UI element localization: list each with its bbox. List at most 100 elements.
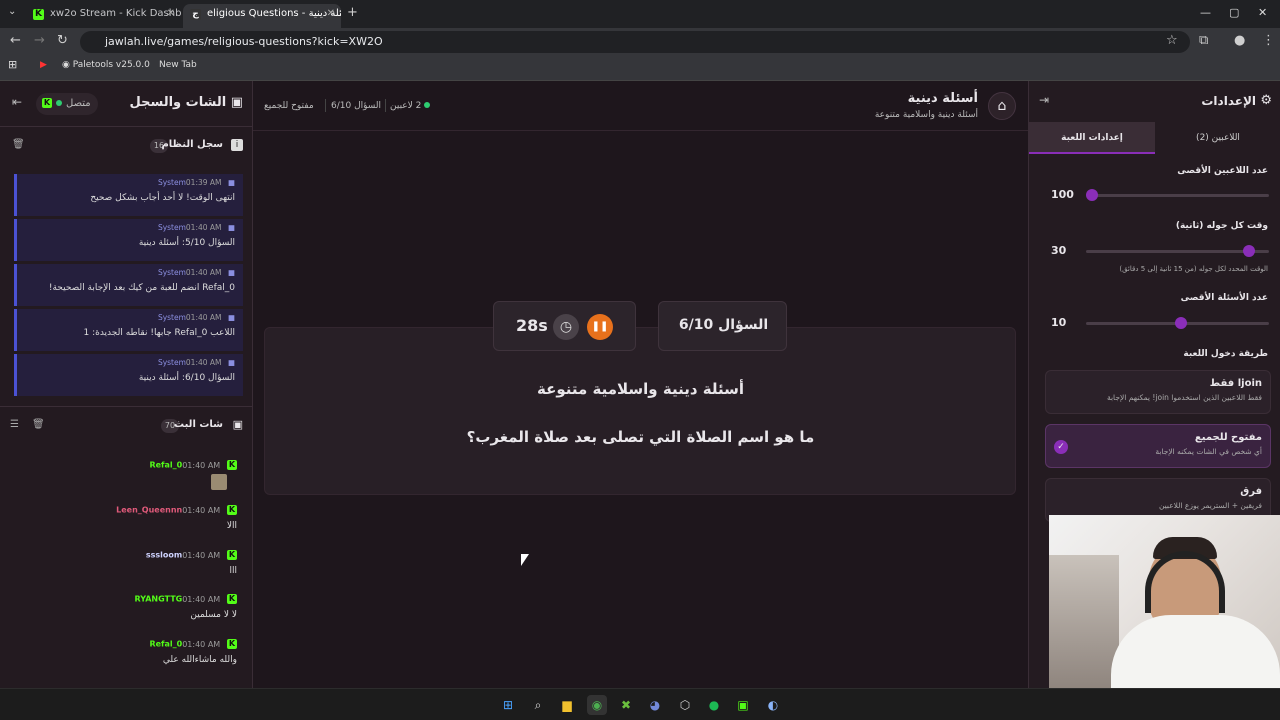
kick-icon: K bbox=[227, 639, 237, 649]
tab-players[interactable]: اللاعبين (2) bbox=[1155, 122, 1280, 154]
timestamp: 01:40 AM bbox=[185, 268, 222, 277]
slider-thumb[interactable] bbox=[1086, 189, 1098, 201]
bookmark-paletools[interactable]: ◉ Paletools v25.0.0 bbox=[62, 60, 150, 70]
address-bar[interactable]: jawlah.live/games/religious-questions?ki… bbox=[80, 31, 1190, 53]
sender: System bbox=[157, 358, 186, 367]
message-text: والله ماشاءالله علي bbox=[162, 655, 237, 665]
message-text: lll bbox=[229, 566, 237, 576]
timestamp: 01:40 AM bbox=[185, 223, 222, 232]
search-icon[interactable]: ⌕ bbox=[528, 695, 548, 715]
bookmark-star-icon[interactable]: ☆ bbox=[1166, 33, 1178, 48]
back-icon[interactable]: ← bbox=[10, 33, 21, 48]
option-title: مفتوح للجميع bbox=[1194, 432, 1262, 443]
divider bbox=[0, 406, 253, 407]
toolbar: ← → ↻ jawlah.live/games/religious-questi… bbox=[0, 28, 1280, 56]
timestamp: 01:40 AM bbox=[182, 639, 221, 649]
question-number: السؤال 6/10 bbox=[678, 317, 769, 333]
background-shelf bbox=[1049, 555, 1119, 688]
tab-game-settings[interactable]: إعدادات اللعبة bbox=[1029, 122, 1155, 154]
trash-icon[interactable]: 🗑 bbox=[12, 139, 25, 150]
spotify-icon[interactable]: ● bbox=[704, 695, 724, 715]
system-message: ■ System01:39 AM انتهى الوقت! لا أحد أجا… bbox=[14, 174, 243, 216]
question-text: ما هو اسم الصلاة التي تصلى بعد صلاة المغ… bbox=[466, 428, 815, 446]
menu-icon[interactable]: ⋮ bbox=[1262, 33, 1275, 48]
trash-icon[interactable]: 🗑 bbox=[32, 419, 45, 430]
max-questions-slider[interactable] bbox=[1086, 317, 1269, 329]
check-icon: ✓ bbox=[1054, 440, 1068, 454]
option-open-to-all[interactable]: مفتوح للجميع أي شخص في الشات يمكنه الإجا… bbox=[1045, 424, 1271, 468]
timestamp: 01:40 AM bbox=[182, 460, 221, 470]
home-icon[interactable]: ⌂ bbox=[988, 92, 1016, 120]
sender: System bbox=[157, 268, 186, 277]
collapse-panel-icon[interactable]: ⇥ bbox=[1039, 93, 1049, 107]
setting-value: 30 bbox=[1051, 244, 1067, 257]
question-number-pill: السؤال 6/10 bbox=[658, 301, 787, 351]
extensions-icon[interactable]: ⧉ bbox=[1199, 33, 1208, 48]
gear-icon: ⚙ bbox=[1260, 93, 1272, 108]
window-close-icon[interactable]: ✕ bbox=[1258, 6, 1267, 19]
tab-kick-dashboard[interactable]: K xw2o Stream - Kick Dashboard ✕ bbox=[26, 4, 181, 28]
profile-icon[interactable]: ● bbox=[1234, 33, 1245, 48]
tab-strip: ⌄ K xw2o Stream - Kick Dashboard ✕ ج eli… bbox=[0, 0, 1280, 28]
windows-start-icon[interactable]: ⊞ bbox=[498, 695, 518, 715]
tab-search-icon[interactable]: ⌄ bbox=[8, 6, 16, 17]
close-icon[interactable]: ✕ bbox=[167, 4, 175, 24]
system-message: ■ System01:40 AM السؤال 6/10: أسئلة ديني… bbox=[14, 354, 243, 396]
robot-icon: ■ bbox=[227, 223, 235, 232]
kick-icon: K bbox=[227, 594, 237, 604]
youtube-icon[interactable]: ▶ bbox=[40, 60, 47, 70]
chrome-icon[interactable]: ◉ bbox=[587, 695, 607, 715]
xbox-icon[interactable]: ✖ bbox=[616, 695, 636, 715]
filter-icon[interactable]: ☰ bbox=[10, 419, 19, 430]
reload-icon[interactable]: ↻ bbox=[57, 33, 68, 48]
url-text: jawlah.live/games/religious-questions?ki… bbox=[105, 35, 383, 48]
steam-icon[interactable]: ◐ bbox=[763, 695, 783, 715]
players-text: 2 لاعبين bbox=[390, 101, 422, 111]
username: Refal_0 bbox=[149, 639, 183, 649]
sender: System bbox=[157, 178, 186, 187]
option-join-only[interactable]: joinا فقط فقط اللاعبين الذين استخدموا jo… bbox=[1045, 370, 1271, 414]
sender: System bbox=[157, 313, 186, 322]
setting-value: 10 bbox=[1051, 316, 1067, 329]
setting-label: وقت كل جوله (ثانية) bbox=[1175, 221, 1268, 231]
discord-icon[interactable]: ◕ bbox=[645, 695, 665, 715]
robot-icon: ■ bbox=[227, 178, 235, 187]
new-tab-icon[interactable]: + bbox=[347, 5, 358, 20]
section-title: سجل النظام bbox=[161, 139, 223, 150]
person-body bbox=[1111, 615, 1280, 688]
app-icon[interactable]: ⬡ bbox=[675, 695, 695, 715]
forward-icon[interactable]: → bbox=[34, 33, 45, 48]
question-progress: السؤال 6/10 bbox=[331, 101, 382, 111]
status-dot bbox=[56, 100, 62, 106]
bookmark-new-tab[interactable]: New Tab bbox=[159, 60, 197, 70]
chat-message: K Refal_001:40 AM bbox=[0, 460, 243, 490]
option-title: فرق bbox=[1240, 486, 1262, 497]
connection-status: K متصل bbox=[36, 93, 98, 115]
system-message: ■ System01:40 AM السؤال 5/10: أسئلة ديني… bbox=[14, 219, 243, 261]
online-dot bbox=[424, 102, 431, 108]
maximize-icon[interactable]: ▢ bbox=[1229, 6, 1239, 19]
kick-app-icon[interactable]: ▣ bbox=[733, 695, 753, 715]
robot-icon: ■ bbox=[227, 358, 235, 367]
players-count: 2 لاعبين bbox=[390, 101, 431, 111]
username: sssloom bbox=[145, 550, 183, 560]
username: Leen_Queennn bbox=[116, 505, 183, 515]
chat-message: K RYANGTTG01:40 AM لا لا مسلمين bbox=[0, 594, 243, 620]
timestamp: 01:39 AM bbox=[185, 178, 222, 187]
round-time-slider[interactable] bbox=[1086, 245, 1269, 257]
max-players-slider[interactable] bbox=[1086, 189, 1269, 201]
slider-thumb[interactable] bbox=[1174, 317, 1187, 329]
folder-icon[interactable]: ▆ bbox=[557, 695, 577, 715]
jawlah-icon: ج bbox=[190, 9, 201, 20]
timestamp: 01:40 AM bbox=[182, 505, 221, 515]
pause-button[interactable]: ❚❚ bbox=[587, 314, 613, 340]
apps-icon[interactable]: ⊞ bbox=[8, 58, 17, 71]
chat-message: K Refal_001:40 AM والله ماشاءالله علي bbox=[0, 639, 243, 665]
close-icon[interactable]: ✕ bbox=[327, 4, 335, 24]
collapse-panel-icon[interactable]: ⇤ bbox=[12, 95, 22, 109]
tab-religious-questions[interactable]: ج eligious Questions - أسئلة دينية ✕ bbox=[183, 4, 341, 28]
sender: System bbox=[157, 223, 186, 232]
setting-hint: الوقت المحدد لكل جوله (من 15 ثانية إلى 5… bbox=[1119, 265, 1268, 273]
minimize-icon[interactable]: — bbox=[1200, 6, 1211, 19]
slider-thumb[interactable] bbox=[1243, 245, 1256, 257]
